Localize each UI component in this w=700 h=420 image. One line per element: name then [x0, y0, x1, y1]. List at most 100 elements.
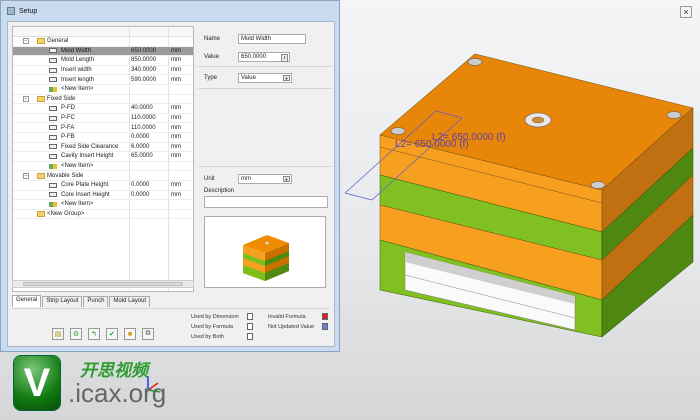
not-updated-value-label: Not Updated Value: [268, 324, 315, 330]
tree-item[interactable]: Cavity Insert Height 65.0000 mm: [13, 152, 193, 162]
tree-item[interactable]: P-FB 0.0000 mm: [13, 133, 193, 143]
used-by-formula-color[interactable]: [247, 323, 253, 330]
item-name: Mold Width: [61, 47, 92, 54]
item-unit: mm: [171, 67, 181, 74]
check-icon[interactable]: ✔: [106, 328, 118, 340]
new-group-label: <New Group>: [47, 210, 85, 217]
tab-mold-layout[interactable]: Mold Layout: [109, 296, 151, 307]
unit-select[interactable]: mm ▼: [238, 174, 292, 184]
group-label: Movable Side: [47, 172, 84, 179]
new-item-row[interactable]: <New Item>: [13, 200, 193, 210]
parameter-icon: [49, 182, 57, 188]
collapse-toggle-icon[interactable]: −: [23, 172, 29, 179]
type-select[interactable]: Value ▼: [238, 73, 292, 83]
item-unit: mm: [171, 134, 181, 141]
item-name: Core Insert Height: [61, 191, 110, 198]
tree-item[interactable]: P-FD 40.0000 mm: [13, 104, 193, 114]
chevron-down-icon[interactable]: ▼: [283, 176, 290, 182]
folder-icon[interactable]: ■: [124, 328, 136, 340]
new-item-row[interactable]: <New Item>: [13, 162, 193, 172]
parameter-icon: [49, 77, 57, 83]
close-button[interactable]: ×: [680, 6, 692, 18]
used-by-dimension-color[interactable]: [247, 313, 253, 320]
spinner-arrows-icon[interactable]: ⇕: [281, 54, 288, 62]
tab-punch[interactable]: Punch: [83, 296, 109, 307]
item-value: 340.0000: [131, 67, 157, 74]
tab-general[interactable]: General: [12, 295, 42, 307]
parameter-icon: [49, 125, 57, 131]
tree-item[interactable]: P-FC 110.0000 mm: [13, 114, 193, 124]
invalid-formula-color[interactable]: [322, 313, 328, 320]
horizontal-scrollbar[interactable]: [12, 280, 194, 288]
group-label: General: [47, 38, 69, 45]
tree-item[interactable]: Core Plate Height 0.0000 mm: [13, 181, 193, 191]
divider: [198, 66, 332, 67]
group-label: Fixed Side: [47, 95, 76, 102]
folder-icon: [37, 38, 45, 45]
new-group-icon: [37, 210, 45, 217]
divider: [198, 166, 332, 167]
tree-item[interactable]: Insert width 340.0000 mm: [13, 66, 193, 76]
new-item-label: <New Item>: [61, 86, 94, 93]
unit-label: Unit: [204, 176, 215, 182]
tree-group[interactable]: − Movable Side: [13, 171, 193, 181]
scrollbar-thumb[interactable]: [23, 282, 183, 286]
item-unit: mm: [171, 191, 181, 198]
parameter-tree[interactable]: − General Mold Width 650.0000 mm Mold Length 8…: [12, 26, 194, 292]
collapse-toggle-icon[interactable]: −: [23, 95, 29, 102]
description-input[interactable]: [204, 196, 328, 208]
item-name: Insert width: [61, 67, 92, 74]
item-value: 65.0000: [131, 153, 153, 160]
item-value: 850.0000: [131, 57, 157, 64]
value-spinner[interactable]: 650.0000 ⇕: [238, 52, 290, 62]
parameter-icon: [49, 105, 57, 111]
item-unit: mm: [171, 143, 181, 150]
item-name: Fixed Side Clearance: [61, 143, 119, 150]
new-item-icon: [49, 201, 57, 207]
new-item-row[interactable]: <New Item>: [13, 85, 193, 95]
parameter-icon: [49, 134, 57, 140]
toolbar: ▤ ⚙ ↰ ✔ ■ ⧉: [52, 328, 154, 340]
dialog-body: − General Mold Width 650.0000 mm Mold Length 8…: [7, 21, 335, 347]
tree-item[interactable]: Fixed Side Clearance 6.0000 mm: [13, 143, 193, 153]
item-value: 0.0000: [131, 134, 150, 141]
item-unit: mm: [171, 105, 181, 112]
item-name: Mold Length: [61, 57, 95, 64]
tree-item[interactable]: Insert length 590.0000 mm: [13, 75, 193, 85]
tree-group[interactable]: − Fixed Side: [13, 95, 193, 105]
tree-item[interactable]: Mold Length 850.0000 mm: [13, 56, 193, 66]
tree-item[interactable]: Core Insert Height 0.0000 mm: [13, 191, 193, 201]
type-label: Type: [204, 75, 218, 81]
used-by-both-color[interactable]: [247, 333, 253, 340]
collapse-toggle-icon[interactable]: −: [23, 38, 29, 45]
properties-panel: Name Mold Width Value 650.0000 ⇕ Type Val…: [198, 26, 332, 292]
item-value: 110.0000: [131, 124, 156, 131]
unit-value: mm: [241, 176, 251, 182]
item-name: P-FD: [61, 105, 75, 112]
new-group-row[interactable]: <New Group>: [13, 210, 193, 220]
import-icon[interactable]: ⚙: [70, 328, 82, 340]
item-value: 0.0000: [131, 191, 150, 198]
tree-group[interactable]: − General: [13, 37, 193, 47]
description-label: Description: [204, 188, 235, 194]
tree-item[interactable]: P-FA 110.0000 mm: [13, 123, 193, 133]
folder-icon: [37, 172, 45, 179]
not-updated-value-color[interactable]: [322, 323, 328, 330]
parameter-icon: [49, 115, 57, 121]
new-item-label: <New Item>: [61, 201, 94, 208]
watermark-logo: V: [14, 356, 60, 410]
value-input[interactable]: 650.0000: [241, 54, 266, 60]
chevron-down-icon[interactable]: ▼: [283, 75, 290, 81]
name-input[interactable]: Mold Width: [238, 34, 306, 44]
3d-viewport[interactable]: L2= 650.0000 (f) L2= 650.0000 (f): [340, 30, 700, 350]
parameter-icon: [49, 48, 57, 54]
export-icon[interactable]: ⧉: [142, 328, 154, 340]
link-icon[interactable]: ↰: [88, 328, 100, 340]
dimension-label[interactable]: L2= 650.0000 (f): [395, 139, 469, 150]
tree-item[interactable]: Mold Width 650.0000 mm: [13, 46, 193, 57]
item-name: P-FB: [61, 134, 75, 141]
preview-model-image: [243, 235, 289, 281]
item-value: 0.0000: [131, 182, 150, 189]
table-icon[interactable]: ▤: [52, 328, 64, 340]
tab-strip-layout[interactable]: Strip Layout: [42, 296, 83, 307]
